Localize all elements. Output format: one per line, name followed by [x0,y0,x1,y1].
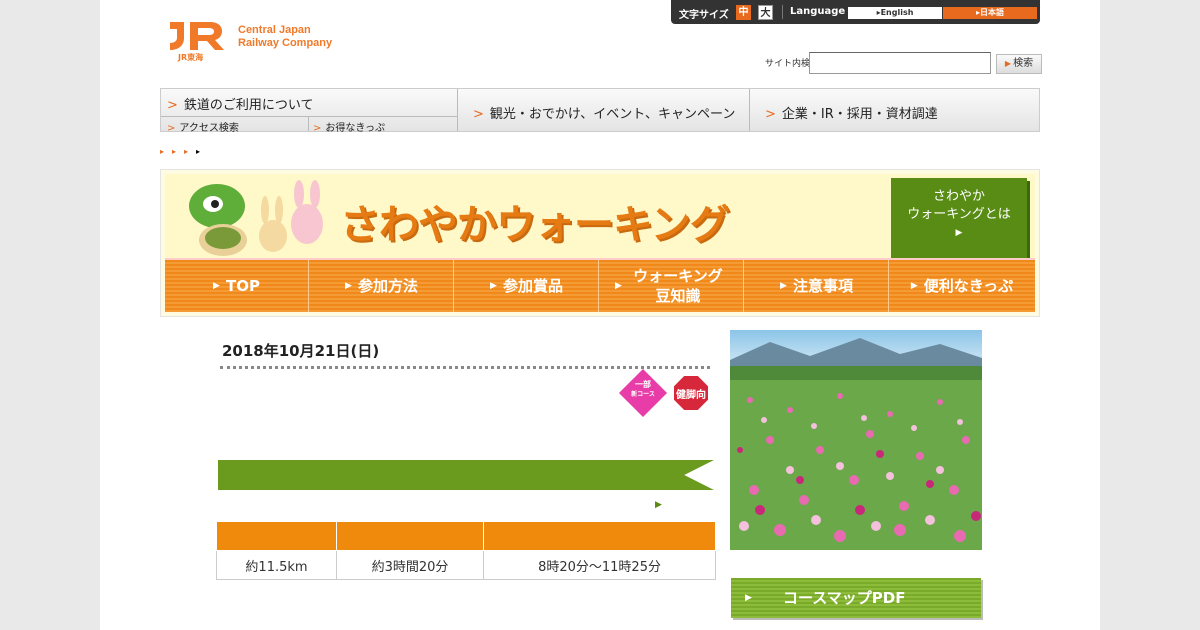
menu-top-label: TOP [225,277,260,295]
mascot-illustration [189,180,323,256]
logo-sub-text: JR東海 [178,53,204,62]
start-time-cell: 8時20分〜11時25分 [483,550,716,580]
search-button[interactable]: ▶ 検索 [996,54,1042,74]
font-size-label: 文字サイズ [679,10,729,21]
course-map-pdf-label: コースマップPDF [783,589,906,607]
logo-line-2: Railway Company [238,37,333,49]
font-size-medium-button[interactable]: 中 [736,5,751,20]
triangle-right-icon: ▶ [615,281,622,291]
nav-rail-label: 鉄道のご利用について [183,98,314,113]
about-line-1: さわやか [932,189,985,204]
badge-a-sub: 新コース [631,391,655,398]
nav-tickets-label: お得なきっぷ [325,123,385,134]
global-nav: > 鉄道のご利用について > アクセス検索 > お得なきっぷ > 観光・おでかけ、イベン… [160,88,1040,134]
triangle-right-icon: ▶ [490,281,497,291]
search-input[interactable] [809,52,991,74]
chevron-right-icon: > [167,123,176,134]
event-date: 2018年10月21日(日) [222,342,380,360]
lang-japanese-button[interactable]: ▸日本語 [943,7,1037,19]
divider [782,5,783,19]
chevron-right-icon: > [473,107,484,122]
table-header [483,521,716,551]
walking-menu: ▶ TOP ▶ 参加方法 ▶ 参加賞品 ▶ ウォーキング豆知識 ▶ 注意事項 ▶ 便利なきっ… [165,258,1035,312]
triangle-right-icon: ▶ [655,500,662,510]
badge-a-main: 一部 [635,380,651,389]
walking-banner: さわやかウォーキング さわやか ウォーキングとは ▶ ▶ TOP ▶ 参加方法 ▶ 参… [160,169,1040,317]
banner-header: さわやかウォーキング さわやか ウォーキングとは ▶ [165,174,1035,258]
table-header-row [216,521,716,551]
time-cell: 約3時間20分 [335,550,485,580]
dotted-divider [220,366,710,369]
nav-rail[interactable]: > 鉄道のご利用について [167,94,314,113]
nav-tourism[interactable]: > 観光・おでかけ、イベント、キャンペーン [473,103,735,122]
course-info-table: 約11.5km 約3時間20分 8時20分〜11時25分 [216,521,716,580]
course-name-bar [218,460,714,490]
lang-english-button[interactable]: ▸English [848,7,942,19]
menu-how-to-join-label: 参加方法 [357,277,418,295]
chevron-right-icon: > [167,98,178,113]
nav-corporate[interactable]: > 企業・IR・採用・資材調達 [765,103,938,122]
about-line-2: ウォーキングとは [907,207,1011,222]
advanced-badge-text: 健脚向 [676,390,706,401]
triangle-right-icon: ▶ [745,593,752,603]
logo-text: Central Japan Railway Company [238,24,332,50]
triangle-right-icon: ▶ [910,281,918,291]
triangle-right-icon: ▶ [955,228,963,238]
nav-corporate-label: 企業・IR・採用・資材調達 [781,107,938,122]
nav-access-label: アクセス検索 [179,123,239,134]
table-header [216,521,337,551]
menu-walking-tips[interactable]: ▶ ウォーキング豆知識 [600,260,744,312]
triangle-right-icon: ▶ [345,281,352,291]
chevron-right-icon: > [765,107,776,122]
divider [161,116,457,117]
lang-english-label: English [880,8,914,17]
course-detail-link[interactable]: ▶ [655,496,662,510]
chevron-right-icon: > [313,123,322,134]
menu-top[interactable]: ▶ TOP [165,260,309,312]
language-label: Language [790,6,846,17]
menu-notes[interactable]: ▶ 注意事項 [745,260,889,312]
distance-cell: 約11.5km [216,550,337,580]
divider [457,89,458,131]
menu-how-to-join[interactable]: ▶ 参加方法 [310,260,454,312]
divider [749,89,750,131]
triangle-right-icon: ▶ [780,281,787,291]
utility-bar: 文字サイズ 中 大 Language ▸English ▸日本語 [671,0,1040,24]
menu-tickets-label: 便利なきっぷ [923,277,1014,295]
menu-notes-label: 注意事項 [792,277,853,295]
lang-japanese-label: 日本語 [980,8,1004,17]
triangle-right-icon: ▶ [213,281,220,291]
logo-line-1: Central Japan [238,24,311,36]
nav-tickets[interactable]: > お得なきっぷ [313,119,385,134]
menu-tickets[interactable]: ▶ 便利なきっぷ [890,260,1034,312]
nav-access[interactable]: > アクセス検索 [167,119,239,134]
banner-title: さわやかウォーキング [340,202,730,248]
divider [308,116,309,131]
nav-tourism-label: 観光・おでかけ、イベント、キャンペーン [489,107,736,122]
new-course-badge-text: 一部 新コース [626,380,660,400]
jr-central-logo[interactable]: JR東海 Central Japan Railway Company [166,18,356,64]
about-walking-button[interactable]: さわやか ウォーキングとは ▶ [891,178,1027,258]
menu-prizes[interactable]: ▶ 参加賞品 [455,260,599,312]
table-header [335,521,485,551]
menu-prizes-label: 参加賞品 [502,277,563,295]
breadcrumb: ▸▸▸▸ [160,147,209,156]
font-size-large-button[interactable]: 大 [758,5,773,20]
arrow-icon: ▶ [1004,59,1012,68]
table-row: 約11.5km 約3時間20分 8時20分〜11時25分 [216,550,716,580]
search-button-label: 検索 [1013,58,1034,69]
cosmos-field-photo [730,330,982,550]
course-map-pdf-button[interactable]: ▶ コースマップPDF [731,578,981,618]
menu-walking-tips-label: ウォーキング豆知識 [633,267,723,305]
